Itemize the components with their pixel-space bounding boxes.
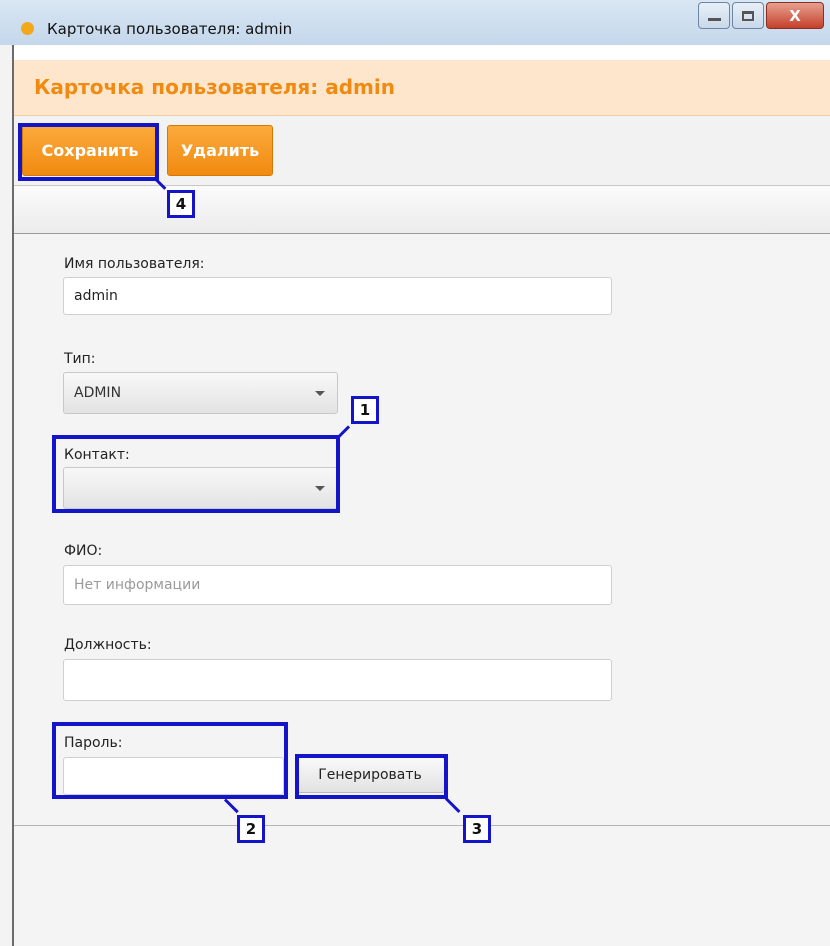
save-button[interactable]: Сохранить [22, 125, 158, 176]
chevron-down-icon [315, 486, 325, 491]
contact-label: Контакт: [64, 447, 130, 463]
type-select[interactable]: ADMIN [63, 372, 338, 414]
app-status-dot-icon [21, 22, 34, 35]
form-bottom-area [14, 826, 830, 946]
minimize-button[interactable] [698, 2, 730, 29]
password-label: Пароль: [64, 735, 123, 751]
type-label: Тип: [64, 351, 96, 367]
username-input[interactable]: admin [63, 277, 612, 315]
page-header: Карточка пользователя: admin [14, 60, 830, 116]
chevron-down-icon [315, 391, 325, 396]
type-select-value: ADMIN [74, 385, 122, 401]
minimize-icon [707, 18, 721, 21]
annotation-tag-2: 2 [237, 815, 265, 843]
position-label: Должность: [64, 637, 152, 653]
window-titlebar: Карточка пользователя: admin X [0, 0, 830, 45]
delete-button[interactable]: Удалить [167, 125, 273, 176]
window-left-border [0, 0, 14, 946]
annotation-tag-3: 3 [463, 815, 491, 843]
maximize-icon [742, 10, 754, 21]
fio-input[interactable]: Нет информации [63, 565, 612, 605]
window-title: Карточка пользователя: admin [47, 20, 293, 38]
toolbar: Сохранить Удалить [14, 116, 830, 186]
user-form [14, 234, 830, 826]
username-label: Имя пользователя: [64, 256, 205, 272]
position-input[interactable] [63, 659, 612, 701]
contact-select[interactable] [63, 467, 338, 509]
generate-password-button[interactable]: Генерировать [295, 757, 445, 793]
annotation-tag-1: 1 [351, 396, 379, 424]
page-title: Карточка пользователя: admin [34, 75, 395, 99]
maximize-button[interactable] [732, 2, 764, 29]
toolbar-subbar [14, 186, 830, 234]
window-controls: X [696, 2, 824, 29]
fio-label: ФИО: [64, 543, 103, 559]
close-button[interactable]: X [766, 2, 824, 29]
annotation-tag-4: 4 [167, 190, 195, 218]
close-icon: X [789, 6, 801, 25]
password-input[interactable] [63, 757, 284, 795]
